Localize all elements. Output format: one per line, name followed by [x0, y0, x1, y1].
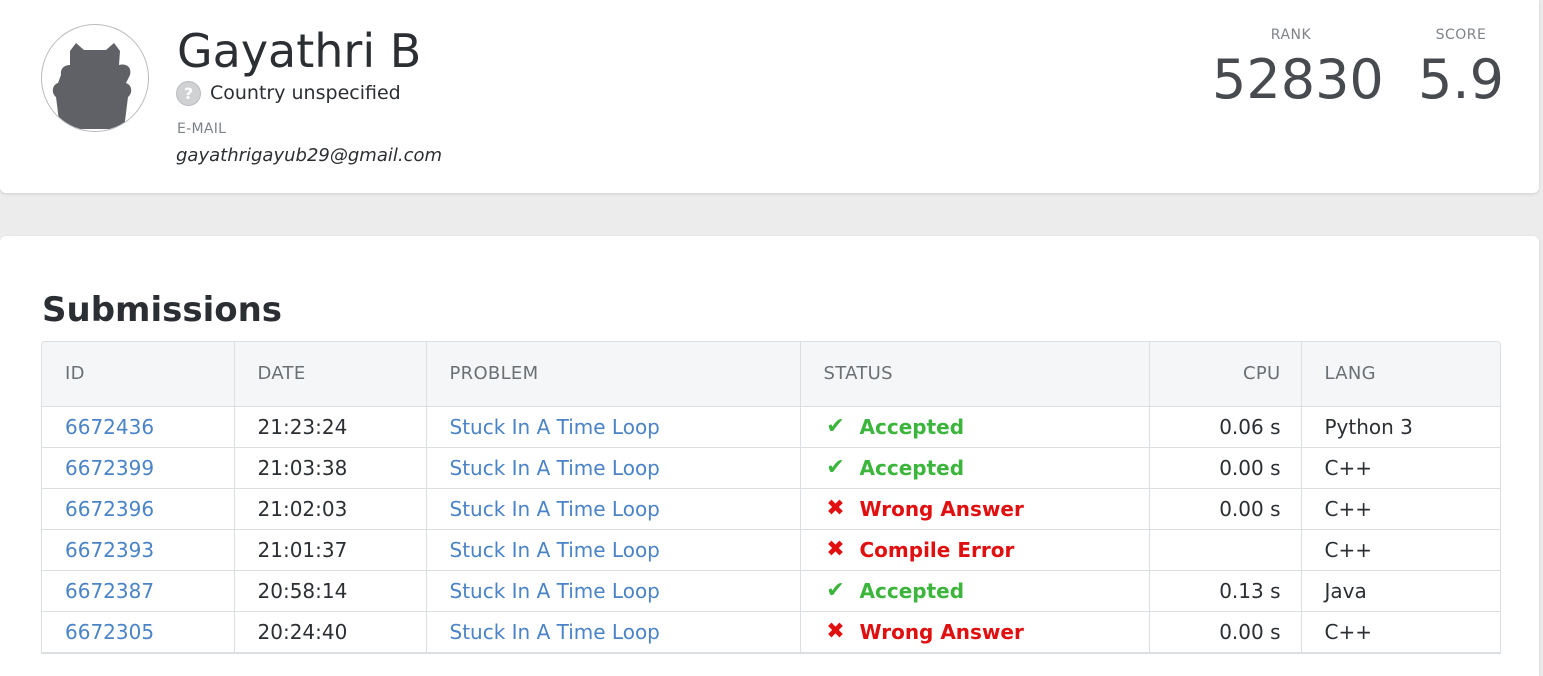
cross-icon: ✖: [826, 496, 845, 521]
question-mark-icon: ?: [176, 80, 201, 106]
lang-cell: C++: [1301, 611, 1500, 653]
date-cell: 21:01:37: [234, 529, 427, 571]
problem-link[interactable]: Stuck In A Time Loop: [450, 620, 660, 644]
table-row[interactable]: 6672396 21:02:03 Stuck In A Time Loop ✖ Wron…: [42, 488, 1500, 530]
submission-id-cell: 6672305: [42, 611, 235, 653]
table-row[interactable]: 6672399 21:03:38 Stuck In A Time Loop ✔ Acce…: [42, 447, 1500, 489]
user-name: Gayathri B: [177, 24, 422, 78]
date-cell: 20:58:14: [234, 570, 427, 612]
score-stat: SCORE 5.9: [1418, 26, 1504, 112]
rank-stat: RANK 52830: [1212, 26, 1384, 112]
lang-cell: C++: [1301, 488, 1500, 530]
submission-id-link[interactable]: 6672399: [65, 456, 154, 480]
checkmark-icon: ✔: [826, 455, 845, 480]
submissions-rows: 6672436 21:23:24 Stuck In A Time Loop ✔ Acce…: [42, 406, 1500, 653]
problem-link[interactable]: Stuck In A Time Loop: [450, 579, 660, 603]
status-cell: ✖ Wrong Answer: [800, 488, 1150, 530]
submission-id-cell: 6672399: [42, 447, 235, 489]
score-label: SCORE: [1435, 27, 1487, 43]
status-cell: ✖ Compile Error: [800, 529, 1150, 571]
email-label: E-MAIL: [177, 121, 227, 137]
status-cell: ✔ Accepted: [800, 406, 1150, 448]
date-cell: 21:23:24: [234, 406, 427, 448]
cat-silhouette-icon: [52, 43, 132, 129]
table-header-row: ID DATE PROBLEM STATUS CPU LANG: [42, 342, 1500, 407]
submissions-title: Submissions: [42, 290, 283, 330]
column-header-status[interactable]: STATUS: [800, 342, 1150, 407]
submission-id-cell: 6672393: [42, 529, 235, 571]
problem-cell: Stuck In A Time Loop: [426, 611, 801, 653]
avatar[interactable]: [41, 24, 149, 132]
status-label: Compile Error: [859, 537, 1015, 562]
problem-cell: Stuck In A Time Loop: [426, 529, 801, 571]
score-value: 5.9: [1418, 48, 1504, 111]
submission-id-cell: 6672387: [42, 570, 235, 612]
submission-id-link[interactable]: 6672436: [65, 415, 154, 439]
status-label: Wrong Answer: [859, 496, 1024, 521]
date-cell: 21:03:38: [234, 447, 427, 489]
submission-id-cell: 6672436: [42, 406, 235, 448]
submission-id-link[interactable]: 6672387: [65, 579, 154, 603]
status-label: Accepted: [859, 414, 965, 439]
column-header-cpu[interactable]: CPU: [1149, 342, 1302, 407]
rank-label: RANK: [1270, 27, 1312, 43]
lang-cell: C++: [1301, 529, 1500, 571]
table-row[interactable]: 6672387 20:58:14 Stuck In A Time Loop ✔ Acce…: [42, 570, 1500, 612]
date-cell: 21:02:03: [234, 488, 427, 530]
submission-id-link[interactable]: 6672396: [65, 497, 154, 521]
checkmark-icon: ✔: [826, 578, 845, 603]
status-cell: ✔ Accepted: [800, 570, 1150, 612]
submissions-table: ID DATE PROBLEM STATUS CPU LANG 6672436 2…: [41, 341, 1501, 654]
date-cell: 20:24:40: [234, 611, 427, 653]
submission-id-cell: 6672396: [42, 488, 235, 530]
table-row[interactable]: 6672305 20:24:40 Stuck In A Time Loop ✖ Wron…: [42, 611, 1500, 653]
column-header-problem[interactable]: PROBLEM: [426, 342, 801, 407]
table-row[interactable]: 6672393 21:01:37 Stuck In A Time Loop ✖ Comp…: [42, 529, 1500, 571]
status-cell: ✖ Wrong Answer: [800, 611, 1150, 653]
problem-link[interactable]: Stuck In A Time Loop: [450, 456, 660, 480]
cpu-cell: [1149, 529, 1302, 571]
status-label: Wrong Answer: [859, 619, 1024, 644]
problem-cell: Stuck In A Time Loop: [426, 447, 801, 489]
problem-cell: Stuck In A Time Loop: [426, 570, 801, 612]
status-cell: ✔ Accepted: [800, 447, 1150, 489]
cpu-cell: 0.06 s: [1149, 406, 1302, 448]
table-row[interactable]: 6672436 21:23:24 Stuck In A Time Loop ✔ Acce…: [42, 406, 1500, 448]
submission-id-link[interactable]: 6672305: [65, 620, 154, 644]
problem-cell: Stuck In A Time Loop: [426, 488, 801, 530]
lang-cell: Java: [1301, 570, 1500, 612]
problem-cell: Stuck In A Time Loop: [426, 406, 801, 448]
checkmark-icon: ✔: [826, 414, 845, 439]
problem-link[interactable]: Stuck In A Time Loop: [450, 497, 660, 521]
country-label: Country unspecified: [210, 82, 401, 104]
column-header-date[interactable]: DATE: [234, 342, 427, 407]
cpu-cell: 0.00 s: [1149, 611, 1302, 653]
problem-link[interactable]: Stuck In A Time Loop: [450, 538, 660, 562]
lang-cell: C++: [1301, 447, 1500, 489]
problem-link[interactable]: Stuck In A Time Loop: [450, 415, 660, 439]
lang-cell: Python 3: [1301, 406, 1500, 448]
cpu-cell: 0.13 s: [1149, 570, 1302, 612]
rank-value: 52830: [1212, 48, 1384, 111]
submissions-card: Submissions ID DATE PROBLEM STATUS CPU L…: [0, 236, 1539, 676]
cpu-cell: 0.00 s: [1149, 447, 1302, 489]
submission-id-link[interactable]: 6672393: [65, 538, 154, 562]
profile-card: Gayathri B ? Country unspecified E-MAIL …: [0, 0, 1539, 193]
cross-icon: ✖: [826, 537, 845, 562]
status-label: Accepted: [859, 455, 965, 480]
column-header-lang[interactable]: LANG: [1301, 342, 1500, 407]
status-label: Accepted: [859, 578, 965, 603]
email-value: gayathrigayub29@gmail.com: [176, 145, 443, 166]
column-header-id[interactable]: ID: [42, 342, 235, 407]
cpu-cell: 0.00 s: [1149, 488, 1302, 530]
cross-icon: ✖: [826, 619, 845, 644]
country-row: ? Country unspecified: [176, 79, 401, 107]
